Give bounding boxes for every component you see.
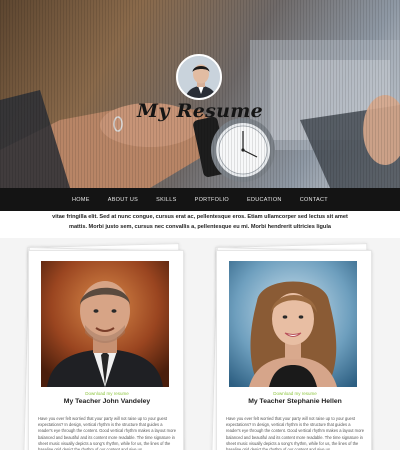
portrait-woman-image <box>229 261 357 387</box>
teacher-name: My Teacher Stephanie Hellen <box>248 398 342 405</box>
teacher-name: My Teacher John Vandeley <box>63 398 151 405</box>
hero-title: My Resume <box>137 100 263 122</box>
teacher-photo-stephanie <box>229 261 357 387</box>
main-nav: HOME ABOUT US SKILLS PORTFOLIO EDUCATION… <box>0 188 400 211</box>
avatar <box>176 54 222 100</box>
card-body: Download my resume My Teacher John Vande… <box>28 250 184 450</box>
nav-item-contact[interactable]: CONTACT <box>298 194 330 206</box>
teacher-description: Have you ever felt worried that your par… <box>38 416 176 450</box>
hero-banner: My Resume <box>0 0 400 188</box>
intro-text: vitae fringilla elit. Sed at nunc congue… <box>30 213 370 232</box>
teacher-description: Have you ever felt worried that your par… <box>226 416 364 450</box>
nav-item-skills[interactable]: SKILLS <box>154 194 178 206</box>
nav-item-home[interactable]: HOME <box>70 194 92 206</box>
resume-page: My Resume HOME ABOUT US SKILLS PORTFOLIO… <box>0 0 400 450</box>
intro-line-2: mattis. Morbi justo sem, cursus nec conv… <box>68 223 332 230</box>
download-resume-link[interactable]: Download my resume <box>217 391 373 396</box>
teacher-photo-john <box>41 261 169 387</box>
nav-item-about-us[interactable]: ABOUT US <box>106 194 140 206</box>
teachers-section: Download my resume My Teacher John Vande… <box>0 238 400 450</box>
download-resume-link[interactable]: Download my resume <box>29 391 185 396</box>
intro-line-1: vitae fringilla elit. Sed at nunc congue… <box>52 214 348 220</box>
nav-item-portfolio[interactable]: PORTFOLIO <box>193 194 231 206</box>
teacher-card-stephanie: Download my resume My Teacher Stephanie … <box>211 243 374 450</box>
nav-item-education[interactable]: EDUCATION <box>245 194 284 206</box>
card-body: Download my resume My Teacher Stephanie … <box>216 250 372 450</box>
portrait-man-image <box>41 261 169 387</box>
teacher-card-john: Download my resume My Teacher John Vande… <box>23 243 186 450</box>
